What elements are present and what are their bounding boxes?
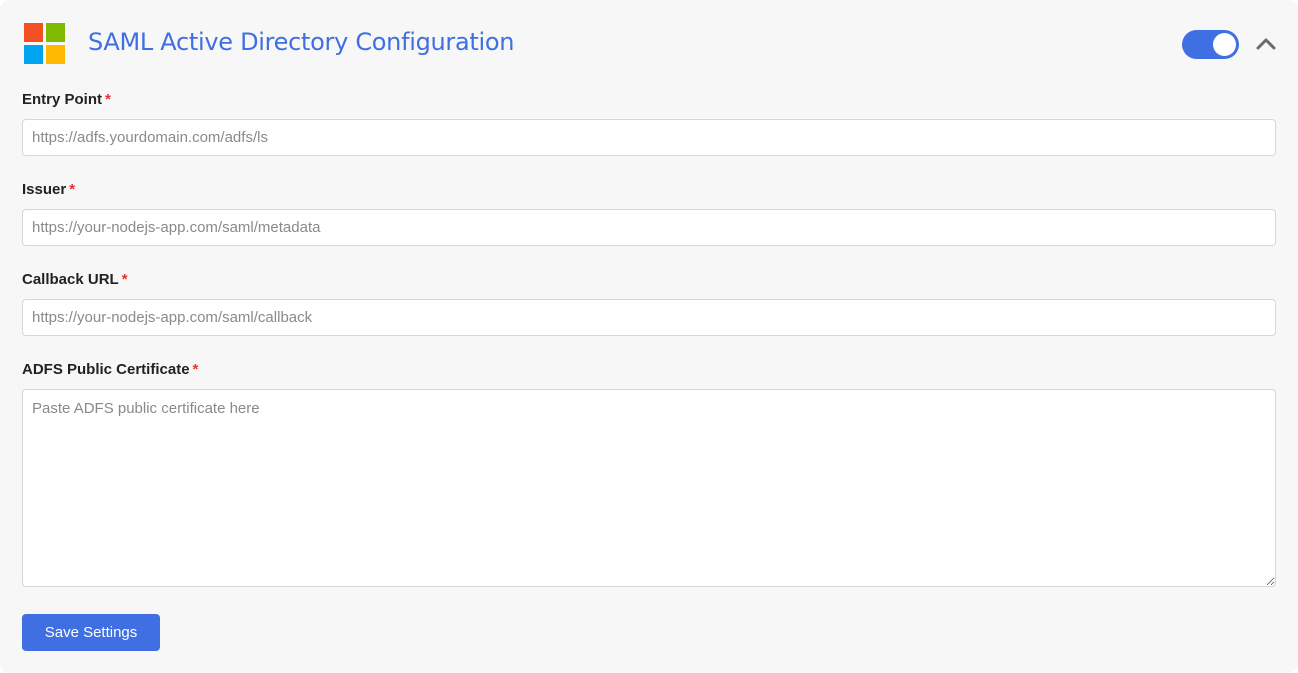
callback-url-label: Callback URL * bbox=[22, 270, 128, 290]
save-settings-button[interactable]: Save Settings bbox=[22, 614, 160, 651]
entry-point-label: Entry Point * bbox=[22, 90, 111, 110]
entry-point-label-text: Entry Point bbox=[22, 91, 103, 108]
entry-point-input[interactable] bbox=[22, 119, 1276, 156]
enable-toggle[interactable] bbox=[1182, 30, 1239, 59]
required-marker: * bbox=[121, 271, 128, 288]
panel-title: SAML Active Directory Configuration bbox=[88, 28, 515, 56]
callback-url-label-text: Callback URL bbox=[22, 271, 119, 288]
required-marker: * bbox=[192, 361, 199, 378]
certificate-textarea[interactable] bbox=[22, 389, 1276, 587]
required-marker: * bbox=[69, 181, 76, 198]
certificate-label: ADFS Public Certificate * bbox=[22, 360, 198, 380]
microsoft-logo-icon bbox=[24, 23, 65, 64]
toggle-knob bbox=[1213, 33, 1236, 56]
callback-url-input[interactable] bbox=[22, 299, 1276, 336]
panel-header: SAML Active Directory Configuration bbox=[0, 0, 1298, 88]
saml-config-panel: SAML Active Directory Configuration Entr… bbox=[0, 0, 1298, 673]
issuer-input[interactable] bbox=[22, 209, 1276, 246]
issuer-label: Issuer * bbox=[22, 180, 75, 200]
certificate-label-text: ADFS Public Certificate bbox=[22, 361, 190, 378]
required-marker: * bbox=[105, 91, 111, 108]
issuer-label-text: Issuer bbox=[22, 181, 67, 198]
chevron-up-icon[interactable] bbox=[1255, 33, 1277, 55]
